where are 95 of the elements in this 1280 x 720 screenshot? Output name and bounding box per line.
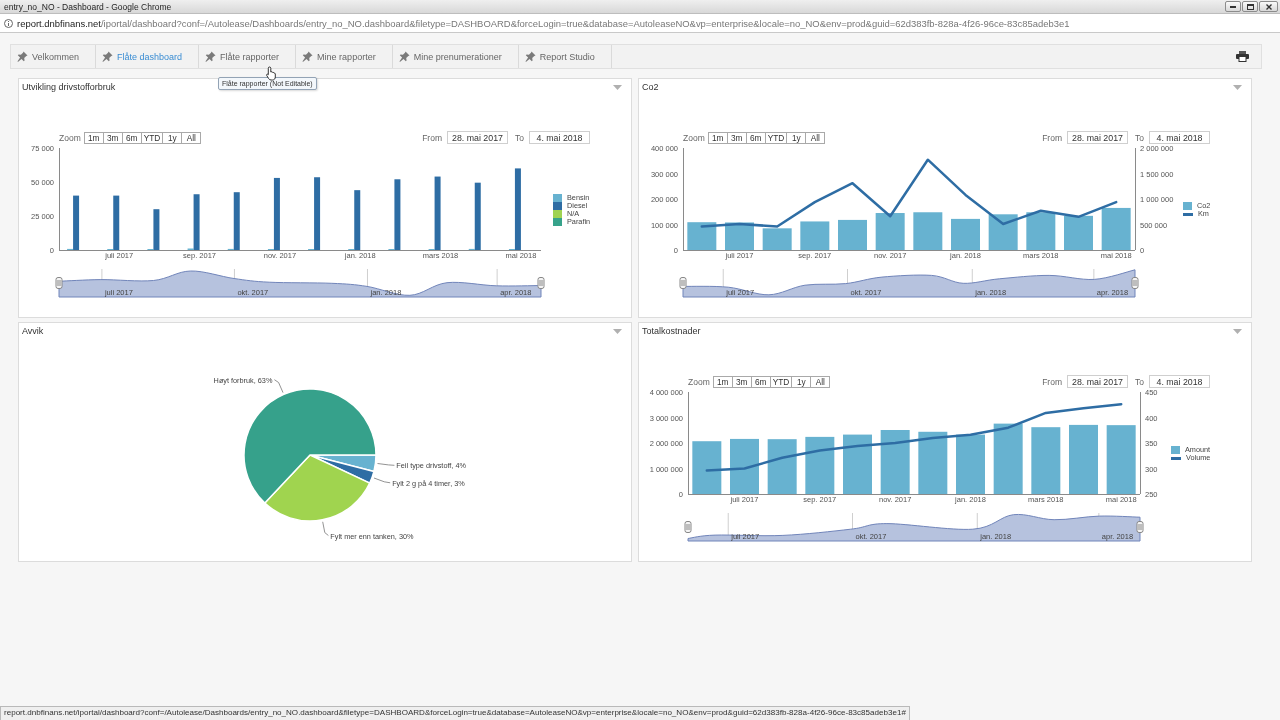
zoom-label: Zoom	[59, 132, 81, 143]
from-label: From	[1042, 376, 1062, 387]
pin-icon	[205, 51, 217, 62]
tab[interactable]: Velkommen	[11, 45, 97, 68]
pin-icon	[524, 51, 536, 62]
zoom-button[interactable]: 3m	[726, 131, 747, 144]
leader-line	[274, 379, 284, 393]
zoom-button[interactable]: 1y	[791, 375, 812, 388]
chart-bar	[762, 228, 792, 250]
leader-line	[373, 477, 391, 484]
chart-bar	[1069, 424, 1098, 494]
from-date-field[interactable]: 28. mai 2017	[1067, 375, 1128, 388]
chart-bar	[1031, 427, 1061, 494]
chart-bar	[956, 434, 985, 494]
to-date-field[interactable]: 4. mai 2018	[529, 131, 590, 144]
pin-icon	[398, 51, 410, 62]
caret-down-icon[interactable]	[613, 84, 622, 90]
chart-bar	[838, 219, 867, 250]
zoom-button[interactable]: 6m	[121, 131, 142, 144]
panel-title: Co2	[642, 82, 659, 92]
chart-bar	[913, 212, 943, 250]
range-handle-icon[interactable]	[55, 277, 63, 289]
caret-down-icon[interactable]	[1233, 84, 1242, 90]
chart-bar	[1101, 207, 1131, 250]
pin-icon	[302, 51, 314, 62]
chart-bar	[730, 438, 759, 494]
minimize-button[interactable]	[1225, 1, 1241, 12]
zoom-label: Zoom	[688, 376, 710, 387]
chart-bar	[988, 214, 1018, 250]
tab[interactable]: Report Studio	[518, 45, 612, 68]
to-label: To	[1135, 376, 1144, 387]
chart-bar	[725, 222, 754, 250]
tab[interactable]: Mine prenumerationer	[392, 45, 519, 68]
close-icon	[1265, 3, 1272, 10]
info-icon[interactable]	[4, 18, 13, 28]
to-label: To	[515, 132, 524, 143]
pin-icon	[17, 51, 28, 62]
from-label: From	[1042, 132, 1062, 143]
from-date-field[interactable]: 28. mai 2017	[447, 131, 508, 144]
tab[interactable]: Mine rapporter	[296, 45, 393, 68]
chart-bar	[805, 436, 835, 494]
maximize-button[interactable]	[1242, 1, 1258, 12]
zoom-button[interactable]: All	[805, 131, 826, 144]
to-label: To	[1135, 132, 1144, 143]
zoom-button[interactable]: 3m	[731, 375, 752, 388]
window-title: entry_no_NO - Dashboard - Google Chrome	[4, 1, 172, 12]
panel-title: Avvik	[22, 326, 44, 336]
leader-line	[322, 521, 329, 536]
zoom-button[interactable]: 1m	[712, 375, 733, 388]
panel-title: Utvikling drivstofforbruk	[22, 82, 116, 92]
range-handle-icon[interactable]	[684, 521, 692, 533]
from-date-field[interactable]: 28. mai 2017	[1067, 131, 1128, 144]
chart-bar	[993, 423, 1023, 494]
to-date-field[interactable]: 4. mai 2018	[1149, 375, 1210, 388]
zoom-button[interactable]: 1y	[786, 131, 807, 144]
chart-bar	[692, 441, 722, 494]
maximize-icon	[1246, 3, 1254, 10]
zoom-button[interactable]: 6m	[745, 131, 766, 144]
address-url[interactable]: report.dnbfinans.net/iportal/dashboard?conf=/Autolease/Dashboards/entry_no_NO.dashboard&filetype=DASHBOARD&forceLogin=true&database=AutoleaseNO&vp=enterprise&locale=no_NO&env=prod&guid=62d383fb-828a-4f26-96ce-83c85adeb3e1	[17, 17, 1070, 29]
from-label: From	[422, 132, 442, 143]
zoom-button[interactable]: 3m	[102, 131, 123, 144]
chart-bar	[1064, 215, 1093, 250]
caret-down-icon[interactable]	[1233, 328, 1242, 334]
close-button[interactable]	[1259, 1, 1278, 12]
chart-bar	[1106, 425, 1136, 494]
caret-down-icon[interactable]	[613, 328, 622, 334]
chart-bar	[1026, 212, 1056, 250]
chart-bar	[918, 431, 948, 494]
range-handle-icon[interactable]	[679, 277, 687, 289]
zoom-label: Zoom	[683, 132, 705, 143]
leader-line	[377, 463, 395, 466]
chart-bar	[843, 434, 872, 494]
range-handle-icon[interactable]	[537, 277, 545, 289]
zoom-button[interactable]: 1y	[162, 131, 183, 144]
range-handle-icon[interactable]	[1136, 521, 1144, 533]
status-url: report.dnbfinans.net/iportal/dashboard?conf=/Autolease/Dashboards/entry_no_NO.dashboard&filetype=DASHBOARD&forceLogin=true&database=AutoleaseNO&vp=enterprise&locale=no_NO&env=prod&guid=62d383fb-828a-4f26-96ce-83c85adeb3e1#	[0, 706, 910, 720]
hand-cursor-icon	[266, 66, 277, 81]
zoom-button[interactable]: 6m	[750, 375, 771, 388]
chart-bar	[767, 439, 797, 494]
chart-bar	[875, 213, 905, 250]
range-handle-icon[interactable]	[1131, 277, 1139, 289]
zoom-button[interactable]: All	[181, 131, 202, 144]
chart-bar	[687, 222, 717, 250]
zoom-button[interactable]: 1m	[83, 131, 104, 144]
minimize-icon	[1230, 5, 1236, 8]
printer-icon	[1236, 51, 1249, 62]
zoom-button[interactable]: All	[810, 375, 831, 388]
pin-icon	[102, 51, 114, 62]
zoom-button[interactable]: 1m	[707, 131, 728, 144]
tab[interactable]: Flåte rapporter	[199, 45, 297, 68]
chart-bar	[800, 221, 830, 250]
chart-bar	[951, 218, 980, 250]
to-date-field[interactable]: 4. mai 2018	[1149, 131, 1210, 144]
panel-title: Totalkostnader	[642, 326, 701, 336]
chart-bar	[880, 430, 910, 494]
